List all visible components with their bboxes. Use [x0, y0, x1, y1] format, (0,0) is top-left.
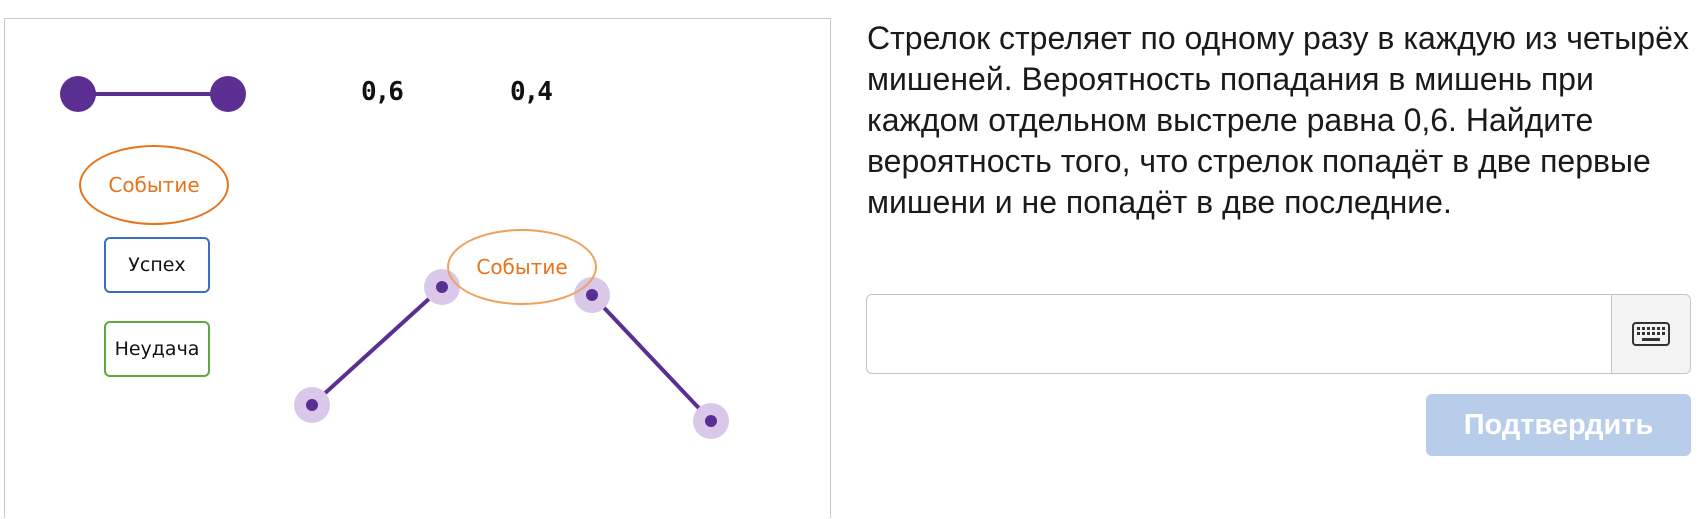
edge-tool-end-dot: [210, 76, 246, 112]
tree-node-bottom-left[interactable]: [294, 387, 330, 423]
tree-edge-left[interactable]: [310, 285, 444, 407]
edge-tool-start-dot: [60, 76, 96, 112]
tree-node-bottom-right[interactable]: [693, 403, 729, 439]
tree-edge-right[interactable]: [590, 293, 713, 423]
probability-hit-chip[interactable]: 0,6: [361, 77, 404, 107]
edge-tool-line: [77, 92, 227, 96]
task-text: Стрелок стреляет по одному разу в каждую…: [867, 20, 1689, 220]
palette-failure-node[interactable]: Неудача: [104, 321, 210, 377]
answer-field: [866, 294, 1691, 374]
keyboard-button[interactable]: [1611, 295, 1690, 373]
probability-miss-chip[interactable]: 0,4: [510, 77, 553, 107]
palette-event-node[interactable]: Событие: [79, 145, 229, 225]
tree-builder-panel: 0,6 0,4 Событие Успех Неудача Событие: [4, 18, 831, 518]
tree-event-node[interactable]: Событие: [447, 229, 597, 305]
palette-success-node[interactable]: Успех: [104, 237, 210, 293]
confirm-button[interactable]: Подтвердить: [1426, 394, 1691, 456]
answer-input[interactable]: [867, 295, 1612, 373]
keyboard-icon: [1632, 322, 1670, 346]
